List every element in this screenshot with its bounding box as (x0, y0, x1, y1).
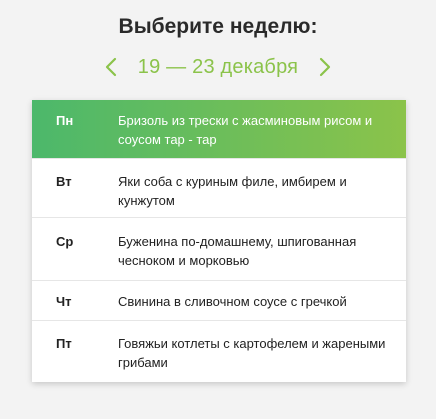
menu-row-monday[interactable]: Пн Бризоль из трески с жасминовым рисом … (32, 100, 406, 159)
menu-row-thursday[interactable]: Чт Свинина в сливочном соусе с гречкой (32, 281, 406, 321)
menu-row-tuesday[interactable]: Вт Яки соба с куриным филе, имбирем и ку… (32, 159, 406, 218)
day-label: Пт (56, 336, 72, 351)
chevron-left-icon (105, 57, 116, 77)
day-label: Пн (56, 113, 74, 128)
day-label: Чт (56, 294, 72, 309)
prev-week-button[interactable] (96, 52, 126, 82)
day-label: Ср (56, 234, 74, 249)
week-selector: 19 — 23 декабря (0, 52, 436, 82)
page-title: Выберите неделю: (118, 15, 318, 38)
day-label: Вт (56, 174, 72, 189)
weekly-menu-card: Пн Бризоль из трески с жасминовым рисом … (32, 100, 406, 382)
dish-name: Буженина по-домашнему, шпигованная чесно… (118, 234, 357, 268)
dish-name: Яки соба с куриным филе, имбирем и кунжу… (118, 174, 347, 208)
week-range-label: 19 — 23 декабря (137, 55, 299, 78)
dish-name: Бризоль из трески с жасминовым рисом и с… (118, 113, 373, 147)
menu-row-wednesday[interactable]: Ср Буженина по-домашнему, шпигованная че… (32, 218, 406, 281)
next-week-button[interactable] (310, 52, 340, 82)
chevron-right-icon (320, 57, 331, 77)
dish-name: Говяжьи котлеты с картофелем и жареными … (118, 336, 386, 370)
menu-row-friday[interactable]: Пт Говяжьи котлеты с картофелем и жарены… (32, 321, 406, 382)
dish-name: Свинина в сливочном соусе с гречкой (118, 294, 347, 309)
